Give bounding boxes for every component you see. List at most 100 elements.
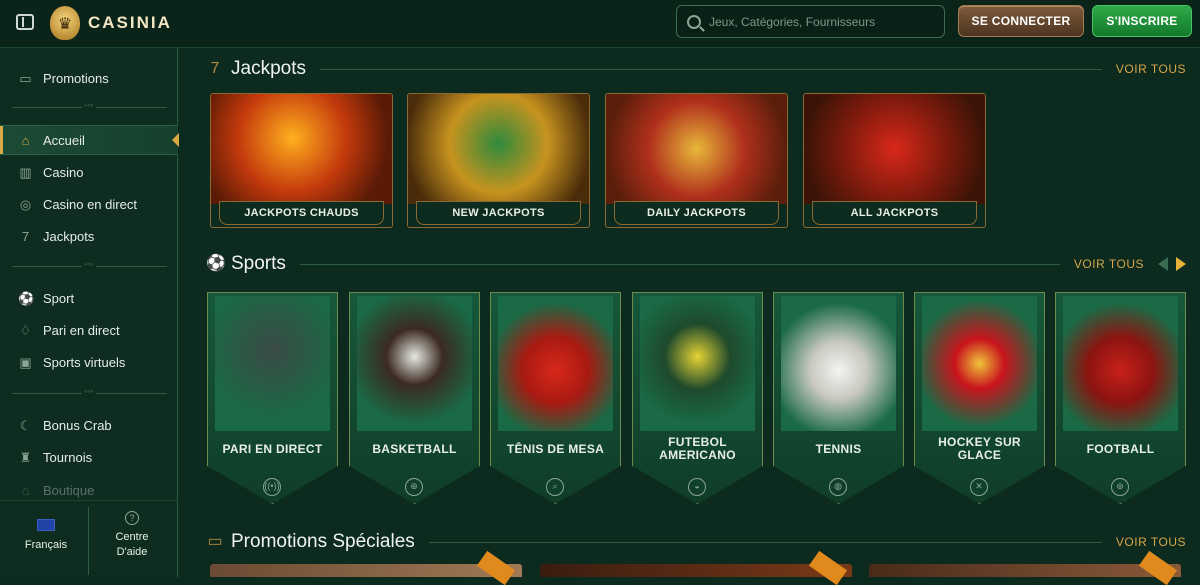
sport-card[interactable]: TENNIS ◍ — [773, 292, 904, 504]
ball-icon: ⚽ — [18, 290, 35, 306]
arrow-left-icon[interactable] — [1158, 257, 1168, 271]
arrow-right-icon[interactable] — [1176, 257, 1186, 271]
section-divider — [319, 68, 1102, 70]
see-all-promotions-link[interactable]: VOIR TOUS — [1116, 535, 1186, 549]
sidebar-item-label: Tournois — [43, 449, 93, 465]
crown-icon: ♛ — [50, 6, 80, 40]
live-icon: ♢ — [19, 322, 32, 338]
trophy-icon: ♜ — [19, 449, 32, 465]
sidebar-item-casino[interactable]: ▥ Casino — [0, 157, 178, 187]
section-title: Jackpots — [231, 58, 306, 79]
sport-card-label: FOOTBALL — [1086, 441, 1155, 456]
sidebar-toggle-icon[interactable] — [16, 14, 34, 30]
see-all-sports-link[interactable]: VOIR TOUS — [1074, 257, 1144, 271]
gamepad-icon: ▣ — [19, 354, 32, 370]
main-content: 7 Jackpots VOIR TOUS JACKPOTS CHAUDS NEW… — [179, 48, 1200, 585]
sport-card-label: FUTEBOL AMERICANO — [659, 435, 736, 462]
sport-card-label: TÊNIS DE MESA — [506, 441, 605, 456]
sport-artwork — [215, 296, 330, 431]
gift-box-icon: ▭ — [207, 533, 223, 550]
american-football-icon: ◒ — [688, 478, 706, 496]
signup-button[interactable]: S'INSCRIRE — [1092, 5, 1192, 37]
jackpot-card-label: NEW JACKPOTS — [416, 201, 581, 225]
sport-card[interactable]: TÊNIS DE MESA ⌕ — [490, 292, 621, 504]
help-center-link[interactable]: ? Centre D'aide — [98, 511, 166, 560]
sport-artwork — [640, 296, 755, 431]
sport-card-label: TENNIS — [815, 441, 862, 456]
section-title: Promotions Spéciales — [231, 531, 415, 552]
help-label-line2: D'aide — [116, 546, 148, 558]
sport-card-label: PARI EN DIRECT — [222, 441, 323, 456]
sidebar-divider — [12, 100, 167, 110]
jackpot-artwork — [804, 94, 985, 204]
sidebar-item-label: Accueil — [43, 132, 85, 148]
sidebar-item-label: Jackpots — [43, 228, 95, 244]
sidebar: ▭ Promotions ⌂ Accueil ▥ Casino ◎ Casino… — [0, 48, 179, 577]
ball-icon: ⚽ — [206, 255, 226, 272]
section-title: Sports — [231, 253, 286, 274]
question-icon: ? — [125, 511, 139, 525]
sidebar-item-label: Sport — [43, 290, 75, 306]
login-button[interactable]: SE CONNECTER — [958, 5, 1084, 37]
sidebar-item-label: Bonus Crab — [43, 417, 112, 433]
sport-artwork — [1063, 296, 1178, 431]
sidebar-item-sports-virtuels[interactable]: ▣ Sports virtuels — [0, 347, 178, 377]
jackpot-card[interactable]: JACKPOTS CHAUDS — [210, 93, 393, 228]
jackpot-card-label: ALL JACKPOTS — [812, 201, 977, 225]
jackpot-artwork — [211, 94, 392, 204]
sidebar-item-pari-en-direct[interactable]: ♢ Pari en direct — [0, 315, 178, 345]
promotion-card[interactable] — [210, 564, 522, 577]
search-input[interactable] — [709, 14, 929, 29]
eu-flag-icon — [37, 519, 55, 531]
gift-icon: ▭ — [19, 70, 32, 86]
casino-icon: ▥ — [19, 164, 32, 180]
jackpot-card-label: JACKPOTS CHAUDS — [219, 201, 384, 225]
sport-card[interactable]: FOOTBALL ⊛ — [1055, 292, 1186, 504]
sidebar-item-label: Pari en direct — [43, 322, 120, 338]
sidebar-item-label: Promotions — [43, 70, 109, 86]
sport-card[interactable]: BASKETBALL ⊕ — [349, 292, 480, 504]
hockey-sticks-icon: ✕ — [970, 478, 988, 496]
sport-card-label: HOCKEY SUR GLACE — [938, 435, 1021, 462]
promotion-card[interactable] — [869, 564, 1181, 577]
sport-artwork — [922, 296, 1037, 431]
sidebar-item-label: Casino — [43, 164, 84, 180]
sport-artwork — [781, 296, 896, 431]
shop-icon: ⌂ — [21, 482, 30, 498]
sport-card[interactable]: FUTEBOL AMERICANO ◒ — [632, 292, 763, 504]
sidebar-item-label: Boutique — [43, 482, 95, 498]
section-divider — [428, 541, 1102, 543]
sidebar-item-tournois[interactable]: ♜ Tournois — [0, 442, 178, 472]
language-selector[interactable]: Français — [18, 519, 74, 551]
footer-divider — [88, 507, 89, 575]
sidebar-item-accueil[interactable]: ⌂ Accueil — [0, 125, 179, 155]
sidebar-item-promotions[interactable]: ▭ Promotions — [0, 63, 178, 93]
seven-icon: 7 — [210, 60, 220, 77]
home-icon: ⌂ — [21, 132, 30, 148]
sidebar-footer: Français ? Centre D'aide — [0, 500, 178, 577]
see-all-jackpots-link[interactable]: VOIR TOUS — [1116, 62, 1186, 76]
seven-icon: 7 — [21, 228, 30, 244]
promotion-card[interactable] — [540, 564, 852, 577]
help-label-line1: Centre — [115, 531, 149, 543]
jackpot-card[interactable]: DAILY JACKPOTS — [605, 93, 788, 228]
brand-name: CASINIA — [88, 13, 172, 32]
ping-pong-icon: ⌕ — [546, 478, 564, 496]
jackpot-artwork — [408, 94, 589, 204]
sidebar-item-casino-en-direct[interactable]: ◎ Casino en direct — [0, 189, 178, 219]
search-box[interactable] — [676, 5, 945, 38]
tennis-ball-icon: ◍ — [829, 478, 847, 496]
basketball-icon: ⊕ — [405, 478, 423, 496]
sport-card[interactable]: PARI EN DIRECT ((•)) — [207, 292, 338, 504]
jackpot-card[interactable]: NEW JACKPOTS — [407, 93, 590, 228]
crab-icon: ☾ — [19, 417, 32, 433]
sport-card[interactable]: HOCKEY SUR GLACE ✕ — [914, 292, 1045, 504]
sidebar-item-bonus-crab[interactable]: ☾ Bonus Crab — [0, 410, 178, 440]
sidebar-item-jackpots[interactable]: 7 Jackpots — [0, 221, 178, 251]
sidebar-item-sport[interactable]: ⚽ Sport — [0, 283, 178, 313]
jackpots-section-header: 7 Jackpots VOIR TOUS — [206, 55, 1186, 83]
jackpot-card[interactable]: ALL JACKPOTS — [803, 93, 986, 228]
carousel-arrows — [1158, 257, 1186, 271]
promotions-section-header: ▭ Promotions Spéciales VOIR TOUS — [206, 528, 1186, 556]
brand-logo[interactable]: ♛ CASINIA — [50, 6, 172, 40]
